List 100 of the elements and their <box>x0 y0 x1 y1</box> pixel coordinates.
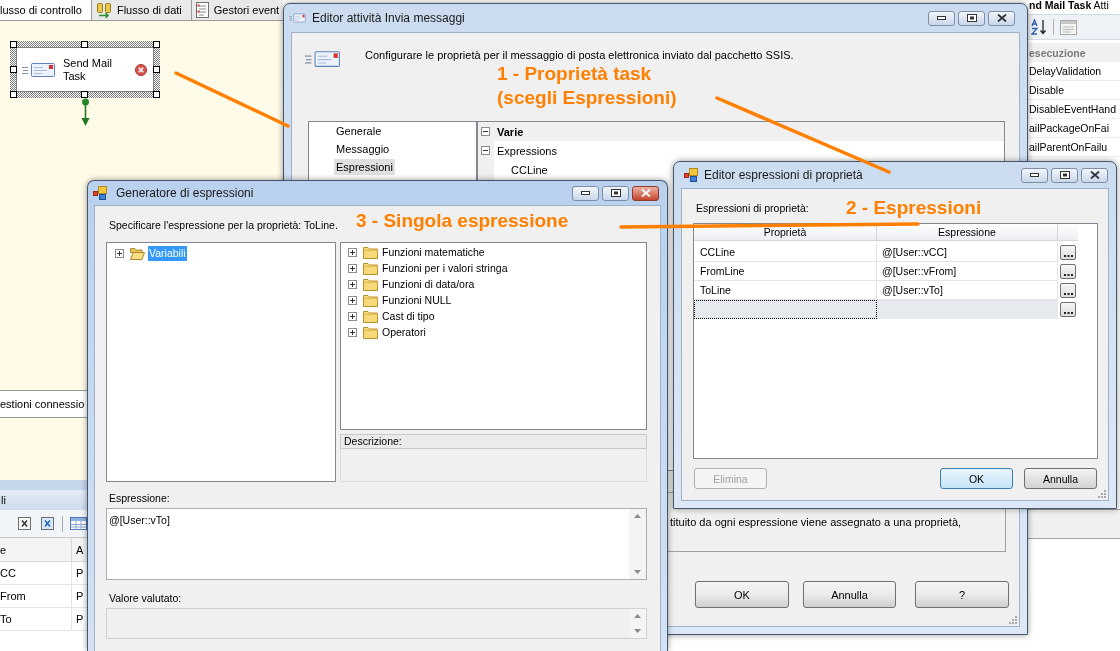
close-button[interactable] <box>988 10 1015 26</box>
collapse-icon[interactable] <box>481 127 490 136</box>
property-name[interactable]: CCLine <box>511 162 548 177</box>
expand-icon[interactable] <box>348 263 357 273</box>
table-cell-text: P <box>75 612 85 627</box>
scrollbar[interactable] <box>629 509 646 579</box>
squares-icon <box>684 168 698 182</box>
sort-icon[interactable] <box>1031 19 1047 35</box>
resize-handle[interactable] <box>10 66 17 73</box>
category-label: Varie <box>497 124 524 139</box>
resize-handle[interactable] <box>81 91 88 98</box>
tree-item[interactable]: Funzioni per i valori stringa <box>381 260 509 276</box>
ok-button[interactable]: OK <box>695 581 789 608</box>
expand-icon[interactable] <box>348 311 357 321</box>
new-row-cell[interactable] <box>877 300 1058 319</box>
panel-title: nd Mail Task Atti <box>1028 0 1110 13</box>
close-button[interactable] <box>632 185 659 201</box>
expression-field[interactable]: @[User::vTo] <box>106 508 647 580</box>
new-row-cell[interactable] <box>694 300 877 319</box>
ok-button[interactable]: OK <box>940 468 1013 489</box>
annotation-label: 2 - Espressioni <box>846 196 982 220</box>
tree-item[interactable]: Funzioni matematiche <box>381 244 486 260</box>
maximize-button[interactable] <box>958 10 985 26</box>
minimize-icon <box>1030 173 1039 177</box>
table-cell: @[User::vFrom] <box>877 262 1058 281</box>
resize-handle[interactable] <box>153 66 160 73</box>
ellipsis-button[interactable] <box>1060 245 1076 260</box>
tree-item[interactable]: Operatori <box>381 324 427 340</box>
header-cell <box>1058 224 1078 241</box>
scroll-up-icon[interactable] <box>634 614 641 618</box>
close-button[interactable] <box>1081 167 1108 183</box>
window-title: Generatore di espressioni <box>116 185 254 201</box>
help-button[interactable]: ? <box>915 581 1009 608</box>
column-header[interactable]: e <box>0 538 72 561</box>
page-item[interactable]: Generale <box>334 123 384 139</box>
maximize-button[interactable] <box>602 185 629 201</box>
folder-icon <box>363 261 378 275</box>
envelope-icon <box>22 61 56 78</box>
property-name[interactable]: Expressions <box>497 143 557 158</box>
task-node[interactable]: Send Mail Task <box>16 47 154 92</box>
resize-handle[interactable] <box>153 41 160 48</box>
connector-arrow[interactable] <box>81 98 90 126</box>
cross-box-icon[interactable] <box>41 517 54 530</box>
designer-tab[interactable]: Gestori event <box>191 0 280 20</box>
scroll-down-icon[interactable] <box>634 629 641 633</box>
resize-grip-icon[interactable] <box>1009 616 1017 624</box>
window-title: Editor espressioni di proprietà <box>704 167 863 183</box>
field-label: Espressione: <box>109 492 170 504</box>
table-cell: FromLine <box>694 262 877 281</box>
ellipsis-button[interactable] <box>1060 283 1076 298</box>
resize-handle[interactable] <box>10 41 17 48</box>
grid-row[interactable]: Varie <box>478 122 1004 141</box>
designer-tab[interactable]: lusso di controllo <box>0 0 92 20</box>
evaluated-value-field[interactable] <box>106 608 647 639</box>
ellipsis-button[interactable] <box>1060 302 1076 317</box>
category-label[interactable]: esecuzione <box>1028 43 1120 62</box>
open-folder-icon <box>130 246 145 260</box>
panel-title: li <box>0 490 87 510</box>
close-icon <box>996 14 1007 22</box>
table-cell: @[User::vCC] <box>877 243 1058 262</box>
minimize-button[interactable] <box>928 10 955 26</box>
scroll-down-icon[interactable] <box>634 570 641 574</box>
resize-grip-icon[interactable] <box>1098 490 1106 498</box>
cancel-button[interactable]: Annulla <box>1024 468 1097 489</box>
expand-icon[interactable] <box>115 248 124 258</box>
expand-icon[interactable] <box>348 279 357 289</box>
grid-label: Espressioni di proprietà: <box>696 202 809 214</box>
page-item[interactable]: Espressioni <box>334 159 395 175</box>
tree-item[interactable]: Cast di tipo <box>381 308 436 324</box>
document-icon <box>195 2 209 18</box>
resize-handle[interactable] <box>10 91 17 98</box>
expand-icon[interactable] <box>348 327 357 337</box>
cancel-button[interactable]: Annulla <box>803 581 896 608</box>
table-cell-text: P <box>75 589 85 604</box>
column-header[interactable]: A <box>72 538 87 561</box>
folder-icon <box>363 245 378 259</box>
expand-icon[interactable] <box>348 295 357 305</box>
minimize-icon <box>937 16 946 20</box>
scrollbar[interactable] <box>629 609 646 638</box>
tree-item[interactable]: Funzioni NULL <box>381 292 453 308</box>
description-header: Descrizione: <box>340 434 647 449</box>
expand-icon[interactable] <box>348 247 357 257</box>
cross-box-icon[interactable] <box>18 517 31 530</box>
resize-handle[interactable] <box>153 91 160 98</box>
folder-icon <box>363 293 378 307</box>
window-title: Editor attività Invia messaggi <box>312 10 465 26</box>
minimize-button[interactable] <box>1021 167 1048 183</box>
column-header[interactable]: Espressione <box>877 224 1058 241</box>
ellipsis-button[interactable] <box>1060 264 1076 279</box>
resize-handle[interactable] <box>81 41 88 48</box>
collapse-icon[interactable] <box>481 146 490 155</box>
tree-item[interactable]: Funzioni di data/ora <box>381 276 476 292</box>
scroll-up-icon[interactable] <box>634 514 641 518</box>
table-icon[interactable] <box>70 517 87 530</box>
maximize-icon <box>1059 171 1070 179</box>
maximize-button[interactable] <box>1051 167 1078 183</box>
minimize-button[interactable] <box>572 185 599 201</box>
folder-icon <box>363 325 378 339</box>
designer-tab[interactable]: Flusso di dati <box>91 0 192 20</box>
page-item[interactable]: Messaggio <box>334 141 392 157</box>
